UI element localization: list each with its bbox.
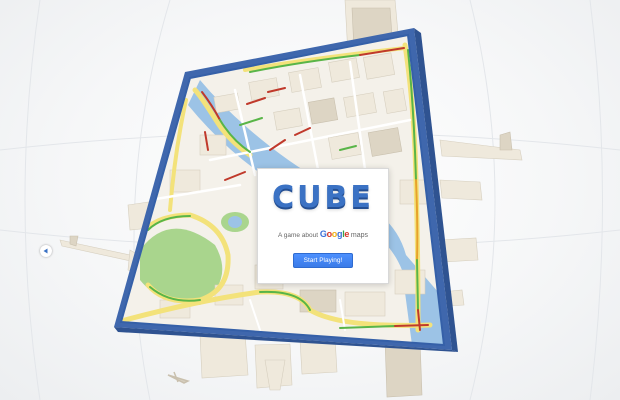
left-triangle-icon xyxy=(43,248,48,254)
google-logo: Google xyxy=(319,229,350,239)
game-title: CUBE xyxy=(272,180,374,215)
tagline: A game about Google maps xyxy=(258,229,388,239)
start-playing-button[interactable]: Start Playing! xyxy=(292,253,354,268)
rotate-left-button[interactable] xyxy=(40,245,52,257)
maps-word: maps xyxy=(350,232,369,239)
tagline-prefix: A game about xyxy=(277,232,319,239)
start-dialog: CUBE A game about Google maps Start Play… xyxy=(257,168,389,284)
